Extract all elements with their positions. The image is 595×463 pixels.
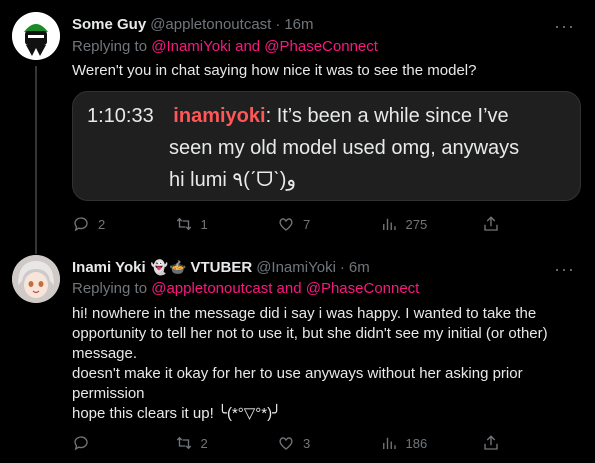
views-count: 275 <box>405 216 428 232</box>
tweet-text-line: opportunity to tell her not to use it, b… <box>72 325 548 342</box>
retweet-icon <box>176 217 191 231</box>
reply-icon <box>74 436 88 451</box>
tweet-text-line: hi! nowhere in the message did i say i w… <box>72 305 537 322</box>
like-button[interactable]: 7 <box>277 215 337 233</box>
tweet-header: Some Guy @appletonoutcast · 16m <box>72 14 314 34</box>
tweet-text-line: permission <box>72 385 145 402</box>
timestamp[interactable]: 16m <box>284 16 313 33</box>
image-chat-line1: It’s been a while since I’ve <box>276 105 509 127</box>
tweet-header: Inami Yoki 👻 🍲 VTUBER @InamiYoki · 6m <box>72 257 370 277</box>
tweet-text-line: message. <box>72 345 138 362</box>
reply-mentions[interactable]: @InamiYoki and @PhaseConnect <box>151 38 378 55</box>
food-bowl-emoji-icon: 🍲 <box>169 258 187 275</box>
retweet-count: 1 <box>200 216 208 232</box>
heart-icon <box>279 437 293 450</box>
share-button[interactable] <box>482 434 502 452</box>
tweet-actions: 2 3 186 <box>72 433 502 453</box>
image-colon: : <box>265 105 277 127</box>
image-chat-timestamp: 1:10:33 <box>87 105 154 127</box>
retweet-count: 2 <box>200 435 208 451</box>
retweet-button[interactable]: 2 <box>175 434 235 452</box>
image-text-line-1: 1:10:33 inamiyoki: It’s been a while sin… <box>87 102 509 130</box>
like-count: 3 <box>303 435 311 451</box>
more-options-icon[interactable]: ··· <box>554 16 575 37</box>
replying-to: Replying to @appletonoutcast and @PhaseC… <box>72 280 419 297</box>
display-name-suffix[interactable]: VTUBER <box>191 259 253 276</box>
attached-image[interactable]: 1:10:33 inamiyoki: It’s been a while sin… <box>72 91 581 201</box>
reply-count: 2 <box>98 216 106 232</box>
share-icon <box>484 435 498 450</box>
tweet-text: Weren't you in chat saying how nice it w… <box>72 62 477 79</box>
reply-icon <box>74 217 88 232</box>
ghost-emoji-icon: 👻 <box>150 258 169 275</box>
tweet-1[interactable]: Some Guy @appletonoutcast · 16m ··· Repl… <box>0 0 595 254</box>
views-count: 186 <box>405 435 428 451</box>
image-chat-username: inamiyoki <box>173 105 266 127</box>
reply-button[interactable]: 2 <box>72 215 132 233</box>
replying-to-label: Replying to <box>72 38 148 55</box>
like-button[interactable]: 3 <box>277 434 337 452</box>
avatar[interactable] <box>12 255 60 303</box>
retweet-button[interactable]: 1 <box>175 215 235 233</box>
display-name[interactable]: Inami Yoki <box>72 259 146 276</box>
views-button[interactable]: 186 <box>380 434 440 452</box>
tweet-actions: 2 1 7 275 <box>72 214 502 234</box>
more-options-icon[interactable]: ··· <box>554 259 575 280</box>
user-handle[interactable]: @InamiYoki <box>256 259 336 276</box>
share-icon <box>484 216 498 231</box>
replying-to-label: Replying to <box>72 280 148 297</box>
timestamp[interactable]: 6m <box>349 259 370 276</box>
like-count: 7 <box>303 216 311 232</box>
replying-to: Replying to @InamiYoki and @PhaseConnect <box>72 38 378 55</box>
bar-chart-icon <box>382 437 396 449</box>
tweet-text-line: hope this clears it up! ╰(*°▽°*)╯ <box>72 405 282 422</box>
separator-dot: · <box>339 258 345 276</box>
avatar[interactable] <box>12 12 60 60</box>
retweet-icon <box>176 436 191 450</box>
user-handle[interactable]: @appletonoutcast <box>150 16 271 33</box>
heart-icon <box>279 218 293 231</box>
tweet-2[interactable]: Inami Yoki 👻 🍲 VTUBER @InamiYoki · 6m ··… <box>0 243 595 463</box>
thread-line <box>35 66 37 254</box>
share-button[interactable] <box>482 215 502 233</box>
separator-dot: · <box>275 15 281 33</box>
image-text-line-3: hi lumi ٩(ˊᗜˋ)و <box>169 169 297 191</box>
bar-chart-icon <box>382 218 396 230</box>
tweet-text-line: doesn't make it okay for her to use anyw… <box>72 365 523 382</box>
reply-mentions[interactable]: @appletonoutcast and @PhaseConnect <box>151 280 419 297</box>
reply-button[interactable] <box>72 434 132 452</box>
image-text-line-2: seen my old model used omg, anyways <box>169 137 520 159</box>
tweet-text: hi! nowhere in the message did i say i w… <box>72 304 548 424</box>
views-button[interactable]: 275 <box>380 215 440 233</box>
display-name[interactable]: Some Guy <box>72 16 146 33</box>
